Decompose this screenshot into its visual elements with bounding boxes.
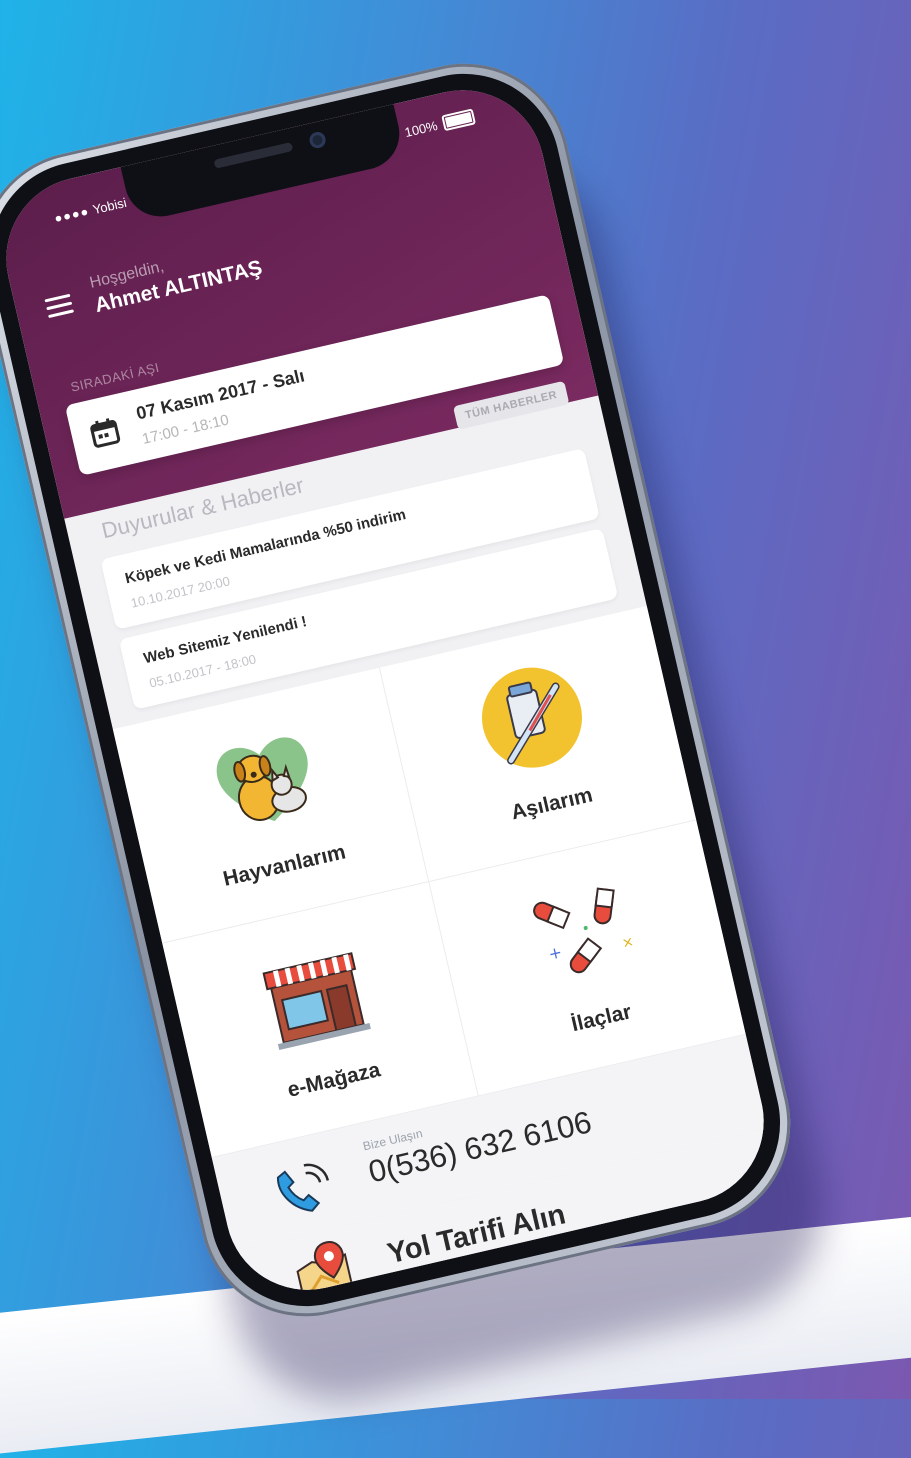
app-screen: ●●●●Yobisi 100% Hoşgeldin, Ahmet ALTINTA…	[0, 73, 780, 1307]
calendar-icon	[90, 418, 121, 448]
carrier-name: Yobisi	[91, 194, 128, 218]
pills-icon: + ×	[533, 887, 635, 974]
svg-text:+: +	[547, 942, 564, 964]
status-bar: ●●●●Yobisi 100%	[51, 108, 477, 226]
phone-bezel: ●●●●Yobisi 100% Hoşgeldin, Ahmet ALTINTA…	[0, 54, 800, 1326]
hamburger-menu-icon[interactable]	[44, 293, 75, 319]
directions-label: Yol Tarifi Alın	[384, 1198, 569, 1271]
svg-text:×: ×	[620, 934, 635, 952]
signal-icon: ●●●●	[52, 203, 91, 227]
welcome-block: Hoşgeldin, Ahmet ALTINTAŞ	[88, 237, 265, 318]
phone-icon	[276, 1163, 330, 1212]
pets-icon	[216, 737, 308, 822]
battery-percentage: 100%	[403, 117, 439, 140]
store-icon	[261, 952, 371, 1051]
battery-icon	[441, 108, 477, 132]
carrier: ●●●●Yobisi	[53, 195, 128, 226]
map-pin-icon	[296, 1241, 355, 1307]
vaccine-icon	[481, 667, 582, 768]
phone-device: ●●●●Yobisi 100% Hoşgeldin, Ahmet ALTINTA…	[0, 42, 812, 1338]
battery-status: 100%	[403, 108, 477, 140]
